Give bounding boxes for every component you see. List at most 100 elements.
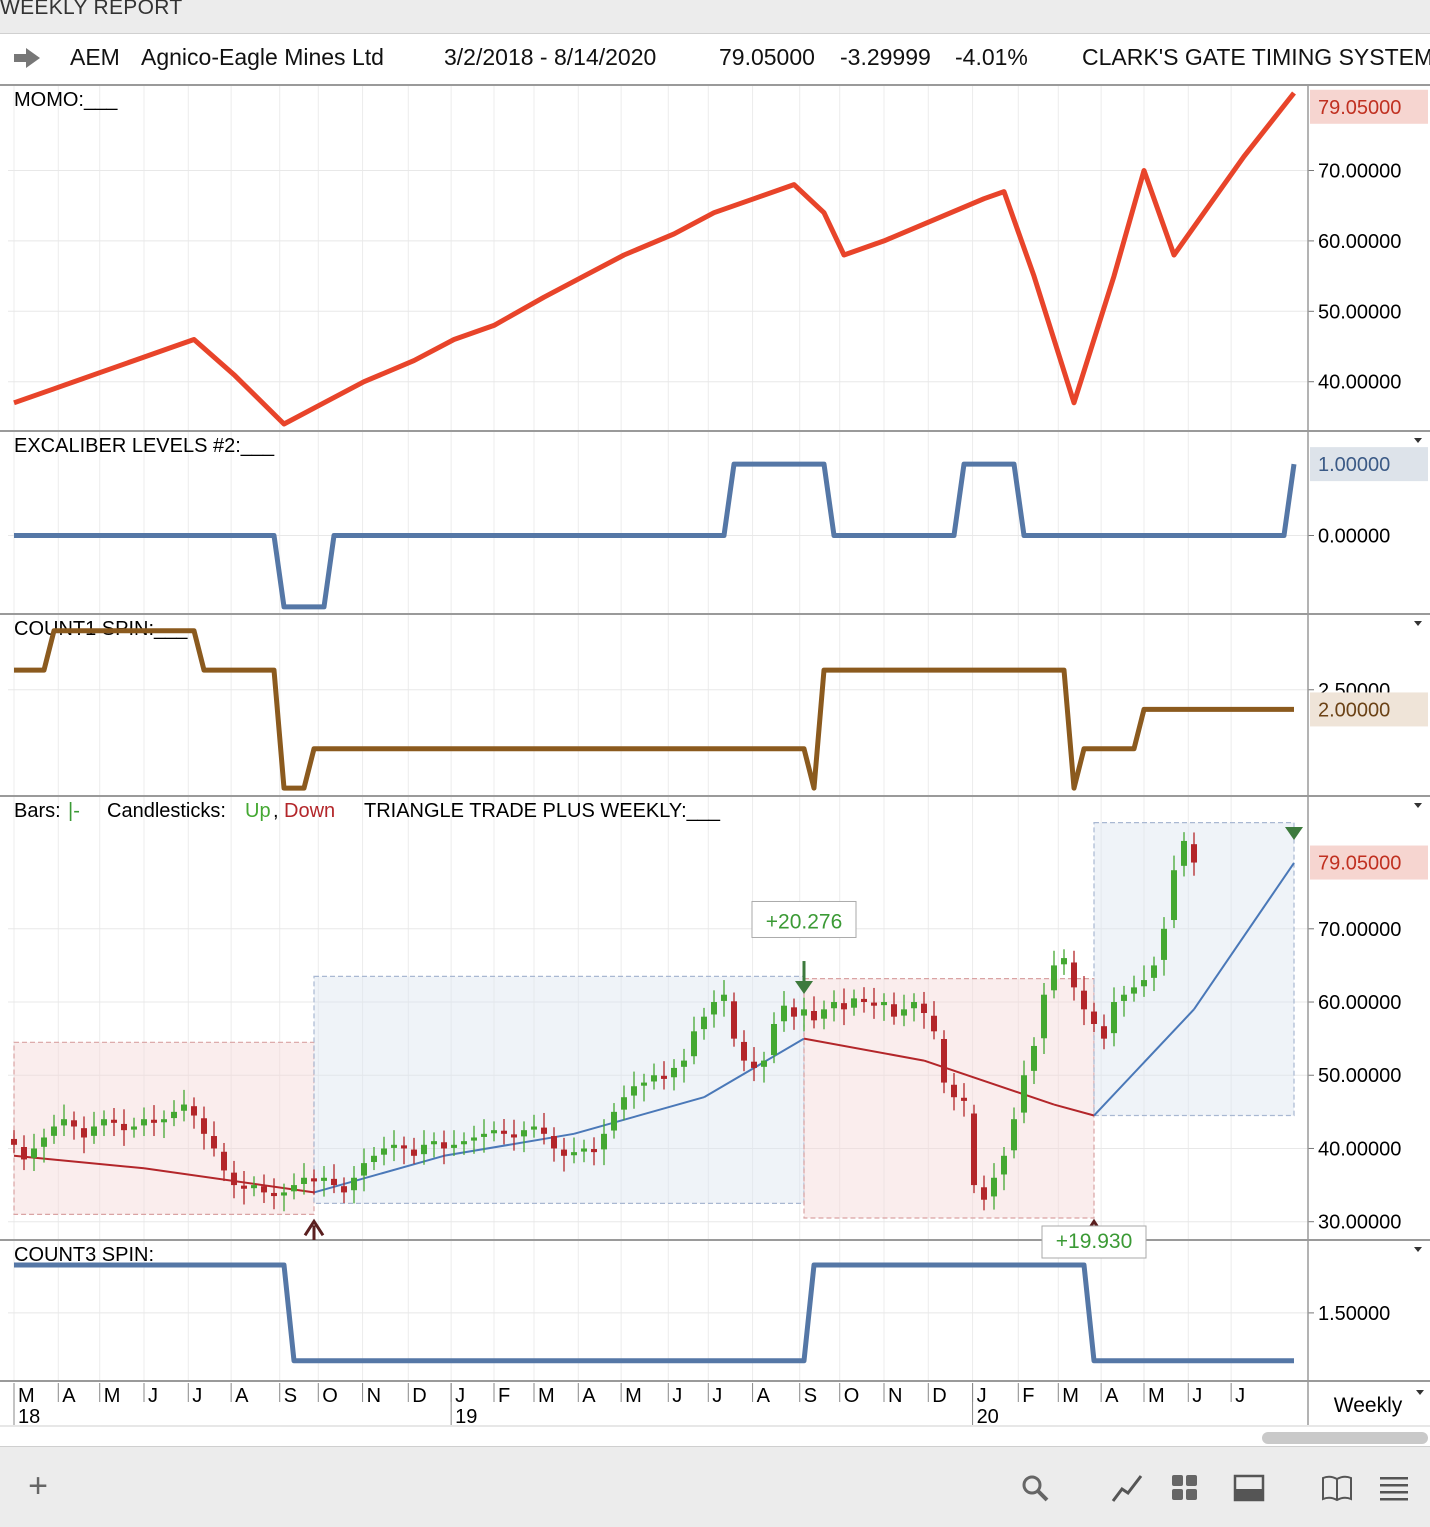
candle-up [1031, 1045, 1037, 1071]
candle-down [981, 1187, 987, 1200]
chart-area[interactable]: 70.00000 60.00000 50.00000 40.00000 0.00000 2… [0, 0, 1430, 1446]
candle-down [741, 1041, 747, 1061]
x-month-label: M [104, 1385, 121, 1407]
candle-up [1041, 994, 1047, 1039]
candle-up [781, 1005, 787, 1022]
candle-up [181, 1104, 187, 1111]
candle-down [1101, 1026, 1107, 1039]
plus-icon[interactable]: + [18, 1469, 58, 1503]
x-month-label: A [757, 1385, 771, 1407]
candlestick-plot [11, 822, 1303, 1259]
momo-last-label: 79.05000 [1318, 97, 1401, 119]
candle-up [521, 1130, 527, 1137]
x-month-label: F [1022, 1385, 1034, 1407]
candle-down [791, 1007, 797, 1017]
candle-down [951, 1084, 957, 1098]
candle-down [311, 1178, 317, 1182]
candle-down [541, 1127, 547, 1134]
search-icon[interactable] [1020, 1473, 1050, 1503]
candle-up [761, 1060, 767, 1067]
candle-up [671, 1067, 677, 1078]
candle-up [1141, 980, 1147, 987]
candle-up [141, 1119, 147, 1126]
x-month-label: D [412, 1385, 426, 1407]
candle-down [11, 1138, 17, 1145]
y-tick-label: 30.00000 [1318, 1212, 1401, 1234]
pane-dropdown-icon [1414, 1247, 1422, 1252]
candle-up [491, 1130, 497, 1134]
x-month-label: J [1235, 1385, 1245, 1407]
candle-up [611, 1111, 617, 1131]
pane-dropdown-icon [1414, 621, 1422, 626]
x-month-label: N [888, 1385, 902, 1407]
y-tick-label: 50.00000 [1318, 1065, 1401, 1087]
candle-down [71, 1120, 77, 1127]
candle-up [301, 1177, 307, 1184]
candle-up [831, 1002, 837, 1009]
candle-down [331, 1178, 337, 1186]
candle-up [801, 1009, 807, 1016]
excaliber-title: EXCALIBER LEVELS #2:___ [14, 435, 275, 457]
x-month-label: O [844, 1385, 860, 1407]
x-month-label: F [498, 1385, 510, 1407]
candle-down [221, 1151, 227, 1171]
candle-up [361, 1163, 367, 1176]
candle-up [1001, 1155, 1007, 1175]
y-tick-label: 1.50000 [1318, 1303, 1390, 1325]
book-icon[interactable] [1320, 1473, 1354, 1503]
candle-up [321, 1177, 327, 1181]
legend-down: Down [284, 800, 335, 822]
candle-up [381, 1148, 387, 1155]
candle-up [1161, 928, 1167, 960]
x-month-label: J [672, 1385, 682, 1407]
candle-up [711, 1002, 717, 1015]
timeframe-label: Weekly [1334, 1394, 1403, 1417]
candle-up [1151, 965, 1157, 978]
x-month-label: J [148, 1385, 158, 1407]
candle-up [31, 1148, 37, 1158]
candle-up [1181, 840, 1187, 866]
candle-down [661, 1075, 667, 1079]
candle-up [1021, 1075, 1027, 1113]
candle-up [481, 1133, 487, 1137]
pane-dropdown-icon [1414, 803, 1422, 808]
candle-up [1131, 987, 1137, 994]
candle-up [621, 1097, 627, 1110]
candle-up [651, 1075, 657, 1082]
candle-down [441, 1142, 447, 1149]
x-year-label: 19 [455, 1406, 477, 1428]
candle-up [51, 1126, 57, 1136]
x-year-label: 20 [977, 1406, 999, 1428]
x-month-label: J [192, 1385, 202, 1407]
x-month-label: D [932, 1385, 946, 1407]
panel-icon[interactable] [1233, 1473, 1265, 1503]
x-month-label: A [235, 1385, 249, 1407]
candle-up [631, 1086, 637, 1096]
candle-up [281, 1192, 287, 1196]
candle-down [411, 1149, 417, 1156]
y-tick-label: 70.00000 [1318, 919, 1401, 941]
candle-down [121, 1123, 127, 1131]
candle-up [161, 1119, 167, 1123]
candle-up [91, 1126, 97, 1136]
candle-up [461, 1141, 467, 1145]
candle-down [231, 1172, 237, 1186]
draw-line-icon[interactable] [1110, 1471, 1144, 1505]
candle-up [1061, 958, 1067, 965]
candle-up [1051, 965, 1057, 991]
x-month-label: A [62, 1385, 76, 1407]
candle-up [421, 1144, 427, 1155]
candle-up [721, 994, 727, 1001]
menu-icon[interactable] [1378, 1475, 1410, 1501]
candle-down [861, 998, 867, 1003]
grid-icon[interactable] [1170, 1473, 1200, 1503]
candle-down [961, 1097, 967, 1101]
x-month-label: N [367, 1385, 381, 1407]
x-month-label: M [538, 1385, 555, 1407]
candle-down [811, 1010, 817, 1021]
candle-down [1091, 1011, 1097, 1024]
candle-up [771, 1023, 777, 1056]
candle-up [351, 1177, 357, 1191]
candle-up [131, 1126, 137, 1130]
horizontal-scrollbar[interactable] [1262, 1432, 1428, 1444]
